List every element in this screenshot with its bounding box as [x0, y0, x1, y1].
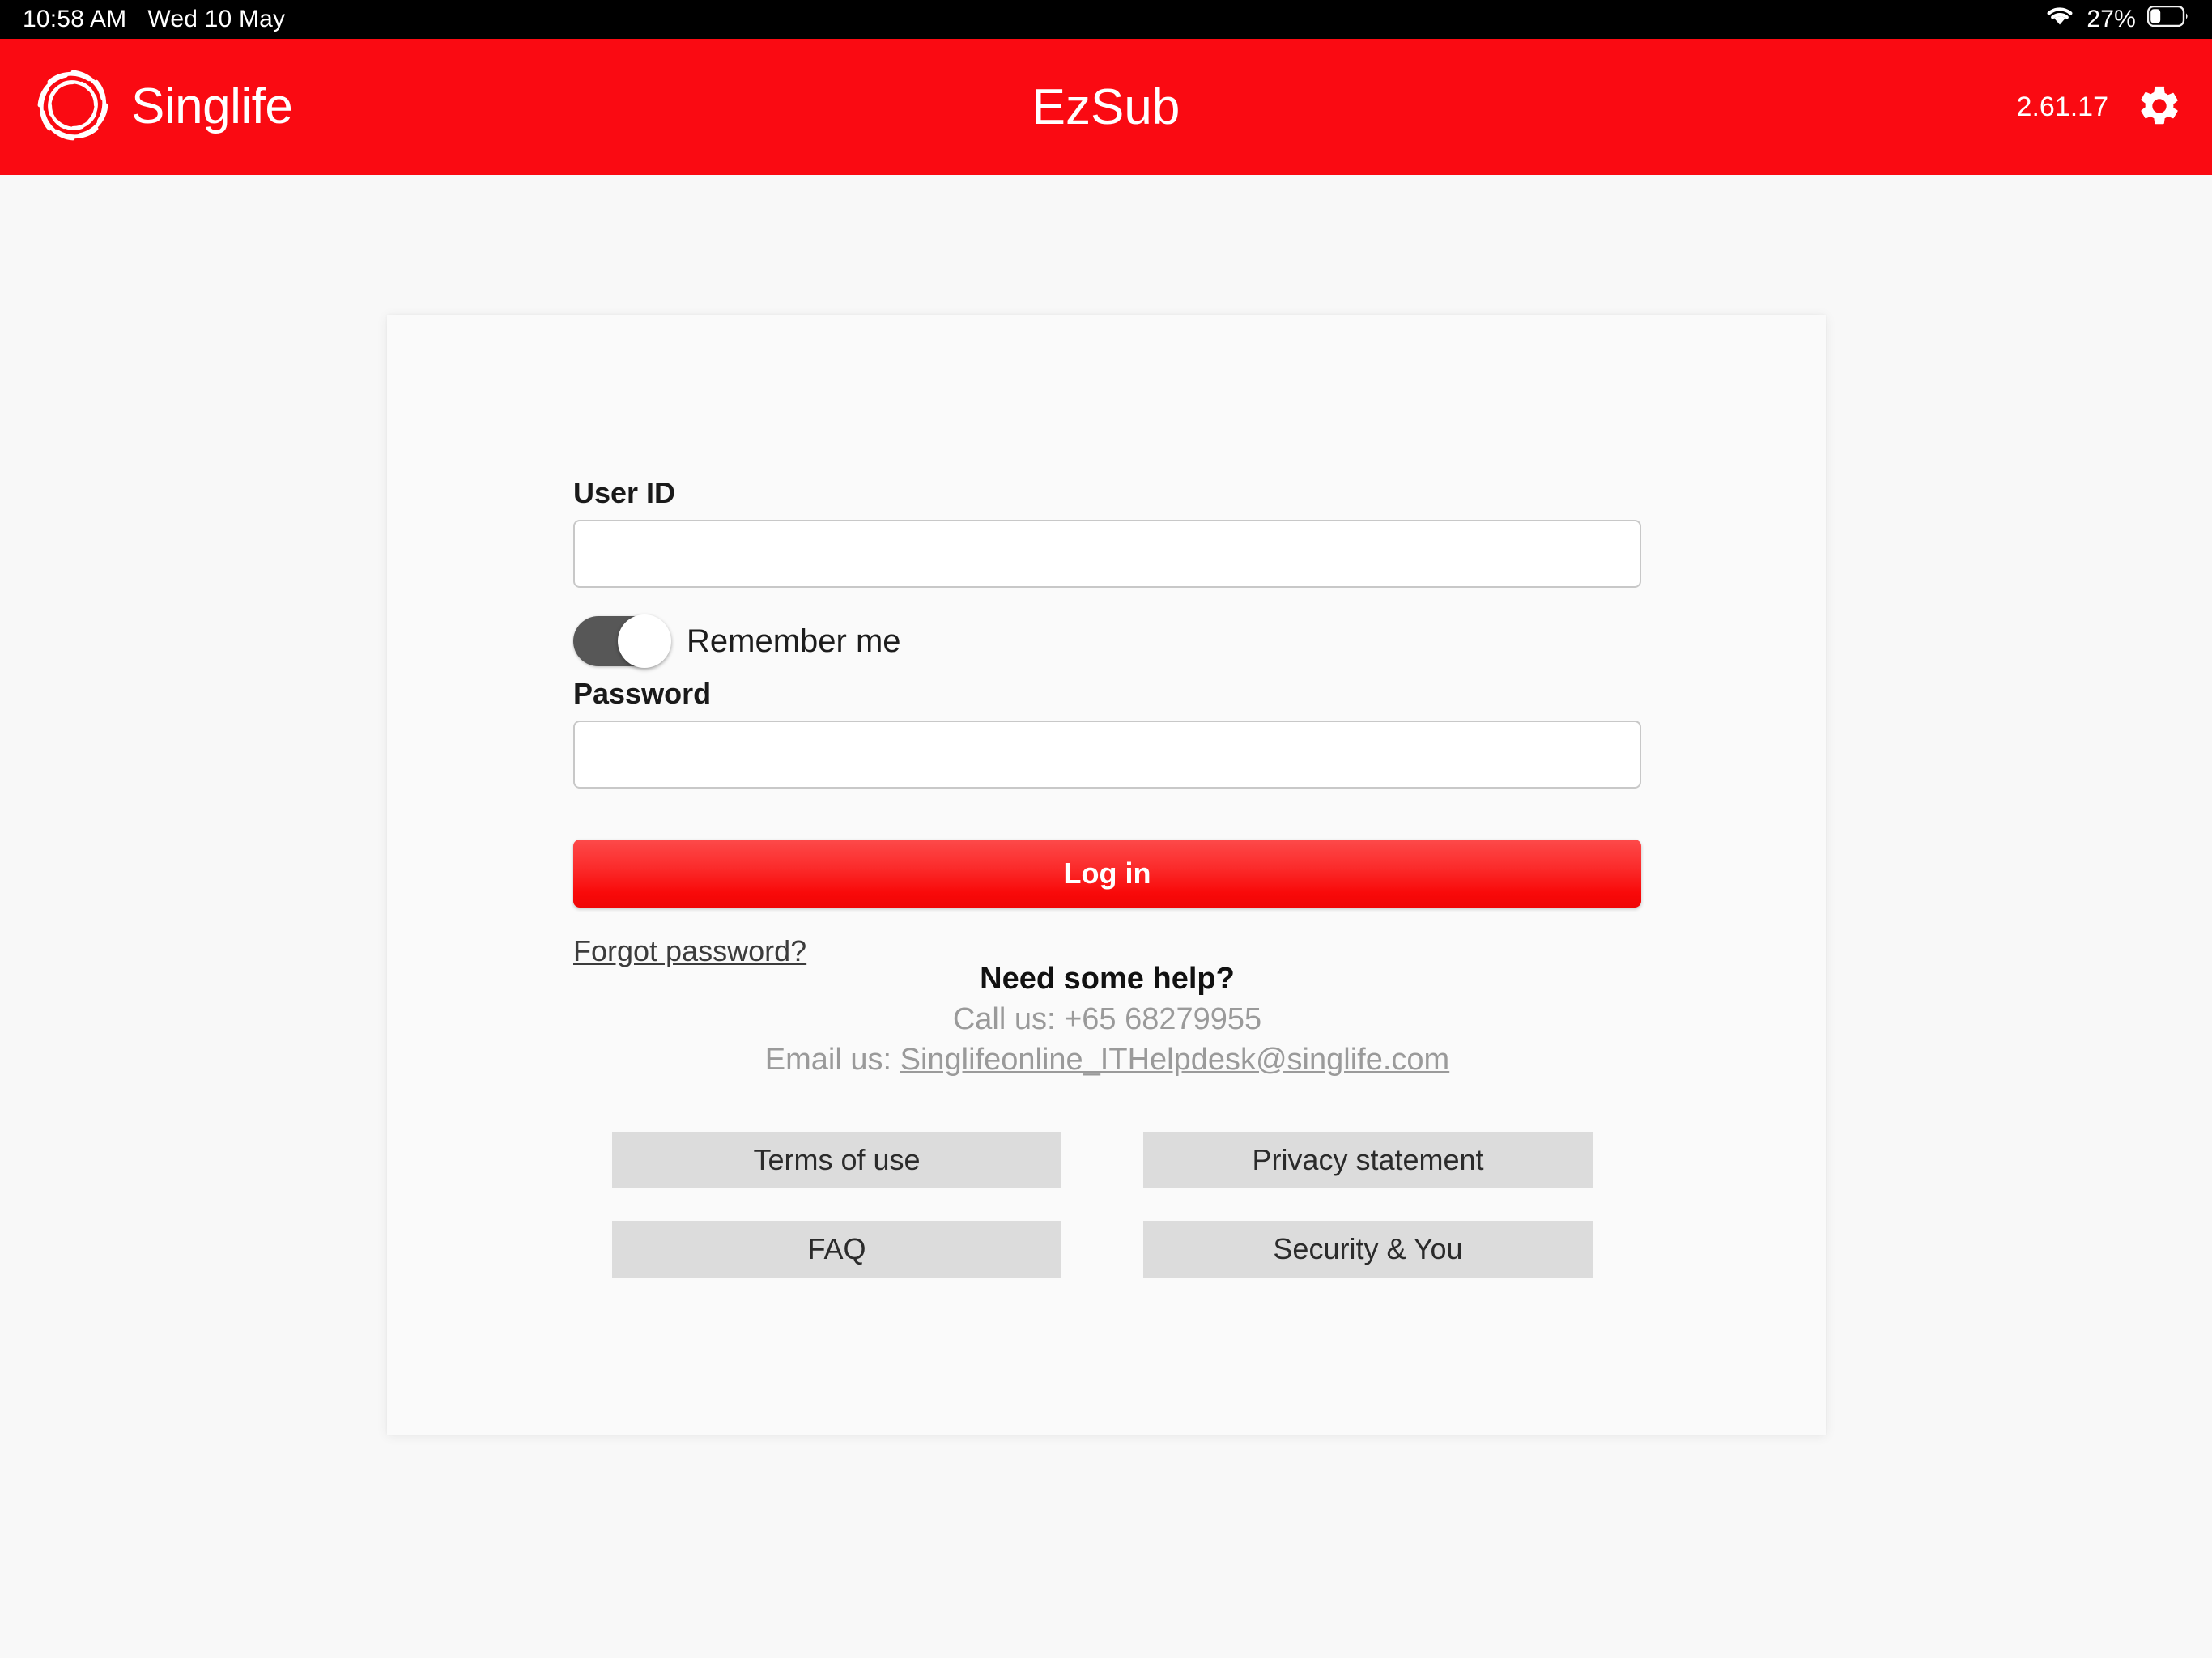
password-label: Password	[573, 677, 712, 710]
page-body: User ID Remember me Password Log in Forg…	[0, 175, 2212, 1658]
app-version-label: 2.61.17	[2016, 91, 2108, 122]
brand-name: Singlife	[131, 79, 293, 134]
toggle-knob	[618, 614, 671, 668]
header-right: 2.61.17	[2017, 83, 2183, 132]
wifi-icon	[2044, 5, 2075, 34]
password-input[interactable]	[573, 721, 1641, 789]
privacy-statement-button[interactable]: Privacy statement	[1143, 1132, 1593, 1188]
status-bar-left: 10:58 AM Wed 10 May	[23, 6, 285, 33]
status-bar: 10:58 AM Wed 10 May 27%	[0, 0, 2212, 39]
terms-of-use-button[interactable]: Terms of use	[612, 1132, 1061, 1188]
help-email-prefix: Email us:	[764, 1042, 900, 1077]
brand: Singlife	[29, 62, 293, 153]
settings-button[interactable]	[2136, 83, 2183, 132]
gear-icon	[2136, 83, 2183, 132]
page-title: EzSub	[1032, 79, 1180, 135]
help-title: Need some help?	[980, 962, 1235, 996]
remember-me-row: Remember me	[573, 614, 901, 668]
user-id-input[interactable]	[573, 520, 1641, 588]
help-call-prefix: Call us:	[952, 1001, 1065, 1036]
help-email-link[interactable]: Singlifeonline_ITHelpdesk@singlife.com	[900, 1043, 1450, 1077]
security-and-you-button[interactable]: Security & You	[1143, 1221, 1593, 1278]
faq-button[interactable]: FAQ	[612, 1221, 1061, 1278]
singlife-swirl-logo-icon	[29, 62, 117, 153]
help-phone: +65 68279955	[1064, 1001, 1262, 1036]
remember-me-label: Remember me	[687, 623, 901, 659]
status-bar-right: 27%	[2044, 5, 2189, 34]
status-time: 10:58 AM	[23, 6, 127, 32]
battery-percent-label: 27%	[2087, 6, 2136, 32]
help-email-line: Email us: Singlifeonline_ITHelpdesk@sing…	[573, 1039, 1641, 1080]
login-button[interactable]: Log in	[573, 840, 1641, 908]
battery-icon	[2146, 5, 2189, 33]
login-card: User ID Remember me Password Log in Forg…	[387, 315, 1826, 1435]
user-id-label: User ID	[573, 476, 676, 509]
app-header: Singlife EzSub 2.61.17	[0, 39, 2212, 175]
help-call-line: Call us: +65 68279955	[573, 999, 1641, 1039]
footer-link-grid: Terms of use Privacy statement FAQ Secur…	[612, 1132, 1593, 1278]
status-date: Wed 10 May	[147, 6, 286, 32]
help-block: Need some help? Call us: +65 68279955 Em…	[573, 960, 1641, 1080]
remember-me-toggle[interactable]	[573, 614, 671, 668]
